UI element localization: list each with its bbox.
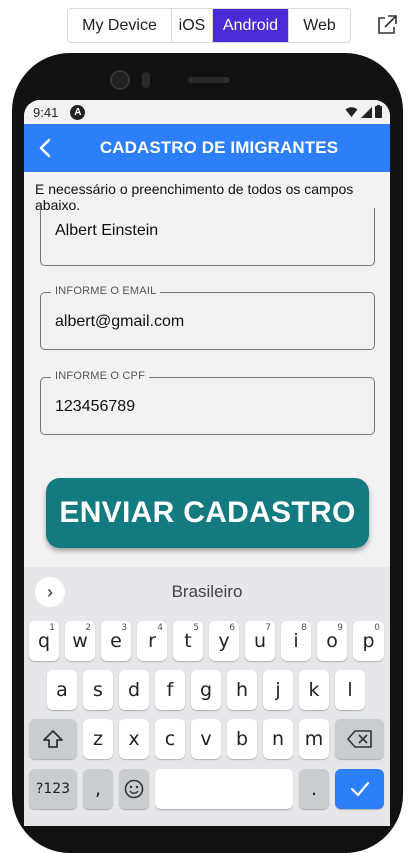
backspace-icon[interactable] — [335, 719, 384, 759]
key-n[interactable]: n — [263, 719, 293, 759]
open-external-icon[interactable] — [376, 14, 398, 36]
soft-keyboard: › Brasileiro q1 w2 e3 r4 t5 y6 u7 i8 o9 … — [24, 567, 390, 826]
key-e[interactable]: e3 — [101, 621, 131, 661]
key-a[interactable]: a — [47, 670, 77, 710]
key-row-4: ?123 , . — [24, 769, 390, 813]
key-j[interactable]: j — [263, 670, 293, 710]
sensor-icon — [142, 72, 150, 88]
email-field-label: INFORME O EMAIL — [51, 285, 161, 297]
key-o[interactable]: o9 — [317, 621, 347, 661]
key-q[interactable]: q1 — [29, 621, 59, 661]
key-b[interactable]: b — [227, 719, 257, 759]
tab-web[interactable]: Web — [289, 9, 350, 42]
key-m[interactable]: m — [299, 719, 329, 759]
speaker-grille — [188, 77, 230, 83]
cpf-field[interactable]: INFORME O CPF 123456789 — [40, 370, 375, 435]
key-f[interactable]: f — [155, 670, 185, 710]
submit-button[interactable]: ENVIAR CADASTRO — [46, 478, 369, 548]
key-c[interactable]: c — [155, 719, 185, 759]
key-h[interactable]: h — [227, 670, 257, 710]
suggestion-word[interactable]: Brasileiro — [24, 582, 390, 602]
key-x[interactable]: x — [119, 719, 149, 759]
tab-android[interactable]: Android — [213, 9, 289, 42]
space-bar[interactable] — [155, 769, 293, 809]
key-d[interactable]: d — [119, 670, 149, 710]
tab-ios[interactable]: iOS — [172, 9, 213, 42]
tab-my-device[interactable]: My Device — [68, 9, 172, 42]
key-z[interactable]: z — [83, 719, 113, 759]
status-time: 9:41 — [33, 104, 59, 120]
period-key[interactable]: . — [299, 769, 329, 809]
key-s[interactable]: s — [83, 670, 113, 710]
key-p[interactable]: p0 — [353, 621, 384, 661]
key-l[interactable]: l — [335, 670, 365, 710]
name-field-value[interactable]: Albert Einstein — [55, 222, 158, 240]
page-title: CADASTRO DE IMIGRANTES — [99, 138, 339, 157]
shift-icon[interactable] — [29, 719, 77, 759]
cpf-field-label: INFORME O CPF — [51, 370, 149, 382]
comma-key[interactable]: , — [83, 769, 113, 809]
key-k[interactable]: k — [299, 670, 329, 710]
key-i[interactable]: i8 — [281, 621, 311, 661]
key-row-1: q1 w2 e3 r4 t5 y6 u7 i8 o9 p0 — [24, 621, 390, 665]
symbols-key[interactable]: ?123 — [29, 769, 77, 809]
camera-icon — [110, 70, 130, 90]
device-screen: 9:41 A CADASTRO DE IMIGRANTES E necessár… — [24, 100, 390, 826]
notification-badge-icon: A — [70, 104, 86, 120]
back-arrow-icon[interactable] — [35, 136, 55, 160]
emoji-icon[interactable] — [119, 769, 149, 809]
key-y[interactable]: y6 — [209, 621, 239, 661]
app-bar: CADASTRO DE IMIGRANTES — [24, 124, 390, 172]
key-t[interactable]: t5 — [173, 621, 203, 661]
email-field-value[interactable]: albert@gmail.com — [55, 313, 184, 331]
status-bar: 9:41 A — [24, 100, 390, 124]
wifi-icon — [345, 106, 358, 117]
key-g[interactable]: g — [191, 670, 221, 710]
key-w[interactable]: w2 — [65, 621, 95, 661]
key-u[interactable]: u7 — [245, 621, 275, 661]
battery-icon — [375, 105, 382, 118]
email-field[interactable]: INFORME O EMAIL albert@gmail.com — [40, 285, 375, 350]
name-field[interactable]: Albert Einstein — [40, 208, 375, 266]
cpf-field-value[interactable]: 123456789 — [55, 398, 135, 416]
signal-icon — [361, 106, 372, 118]
suggestion-strip: › Brasileiro — [24, 567, 390, 615]
key-row-3: z x c v b n m — [24, 719, 390, 763]
status-icons — [345, 105, 382, 118]
platform-selector: My Device iOS Android Web — [67, 8, 351, 43]
form-instructions: E necessário o preenchimento de todos os… — [35, 181, 354, 213]
key-row-2: a s d f g h j k l — [24, 670, 390, 714]
key-r[interactable]: r4 — [137, 621, 167, 661]
done-check-icon[interactable] — [335, 769, 384, 809]
key-v[interactable]: v — [191, 719, 221, 759]
